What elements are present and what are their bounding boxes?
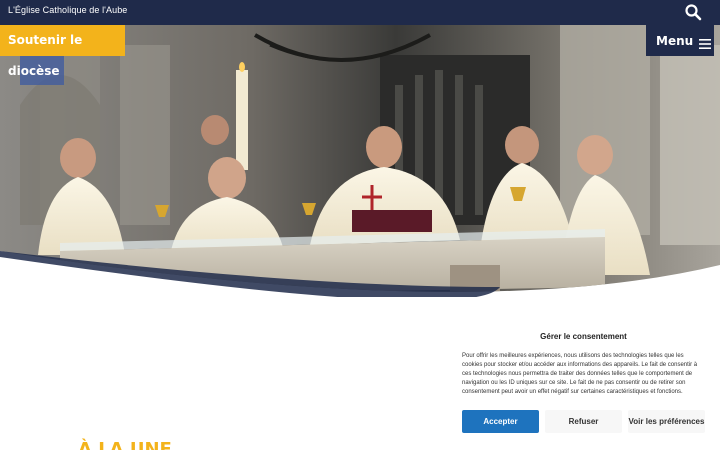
menu-label: Menu: [656, 33, 694, 48]
hero-image: [0, 25, 720, 297]
consent-panel: Gérer le consentement Pour offrir les me…: [452, 322, 715, 450]
accept-button[interactable]: Accepter: [462, 410, 539, 433]
hero-photo: [0, 25, 720, 297]
consent-title: Gérer le consentement: [540, 332, 627, 341]
site-name[interactable]: L'Église Catholique de l'Aube: [8, 5, 127, 15]
top-bar: L'Église Catholique de l'Aube: [0, 0, 720, 25]
view-preferences-button[interactable]: Voir les préférences: [628, 410, 705, 433]
search-icon[interactable]: [684, 3, 702, 21]
refuse-button[interactable]: Refuser: [545, 410, 622, 433]
hamburger-icon: [699, 36, 712, 49]
consent-body: Pour offrir les meilleures expériences, …: [462, 353, 698, 395]
section-heading: À LA UNE: [78, 439, 172, 450]
menu-button[interactable]: Menu: [646, 25, 714, 56]
support-diocese-button[interactable]: Soutenir le diocèse: [0, 25, 125, 78]
